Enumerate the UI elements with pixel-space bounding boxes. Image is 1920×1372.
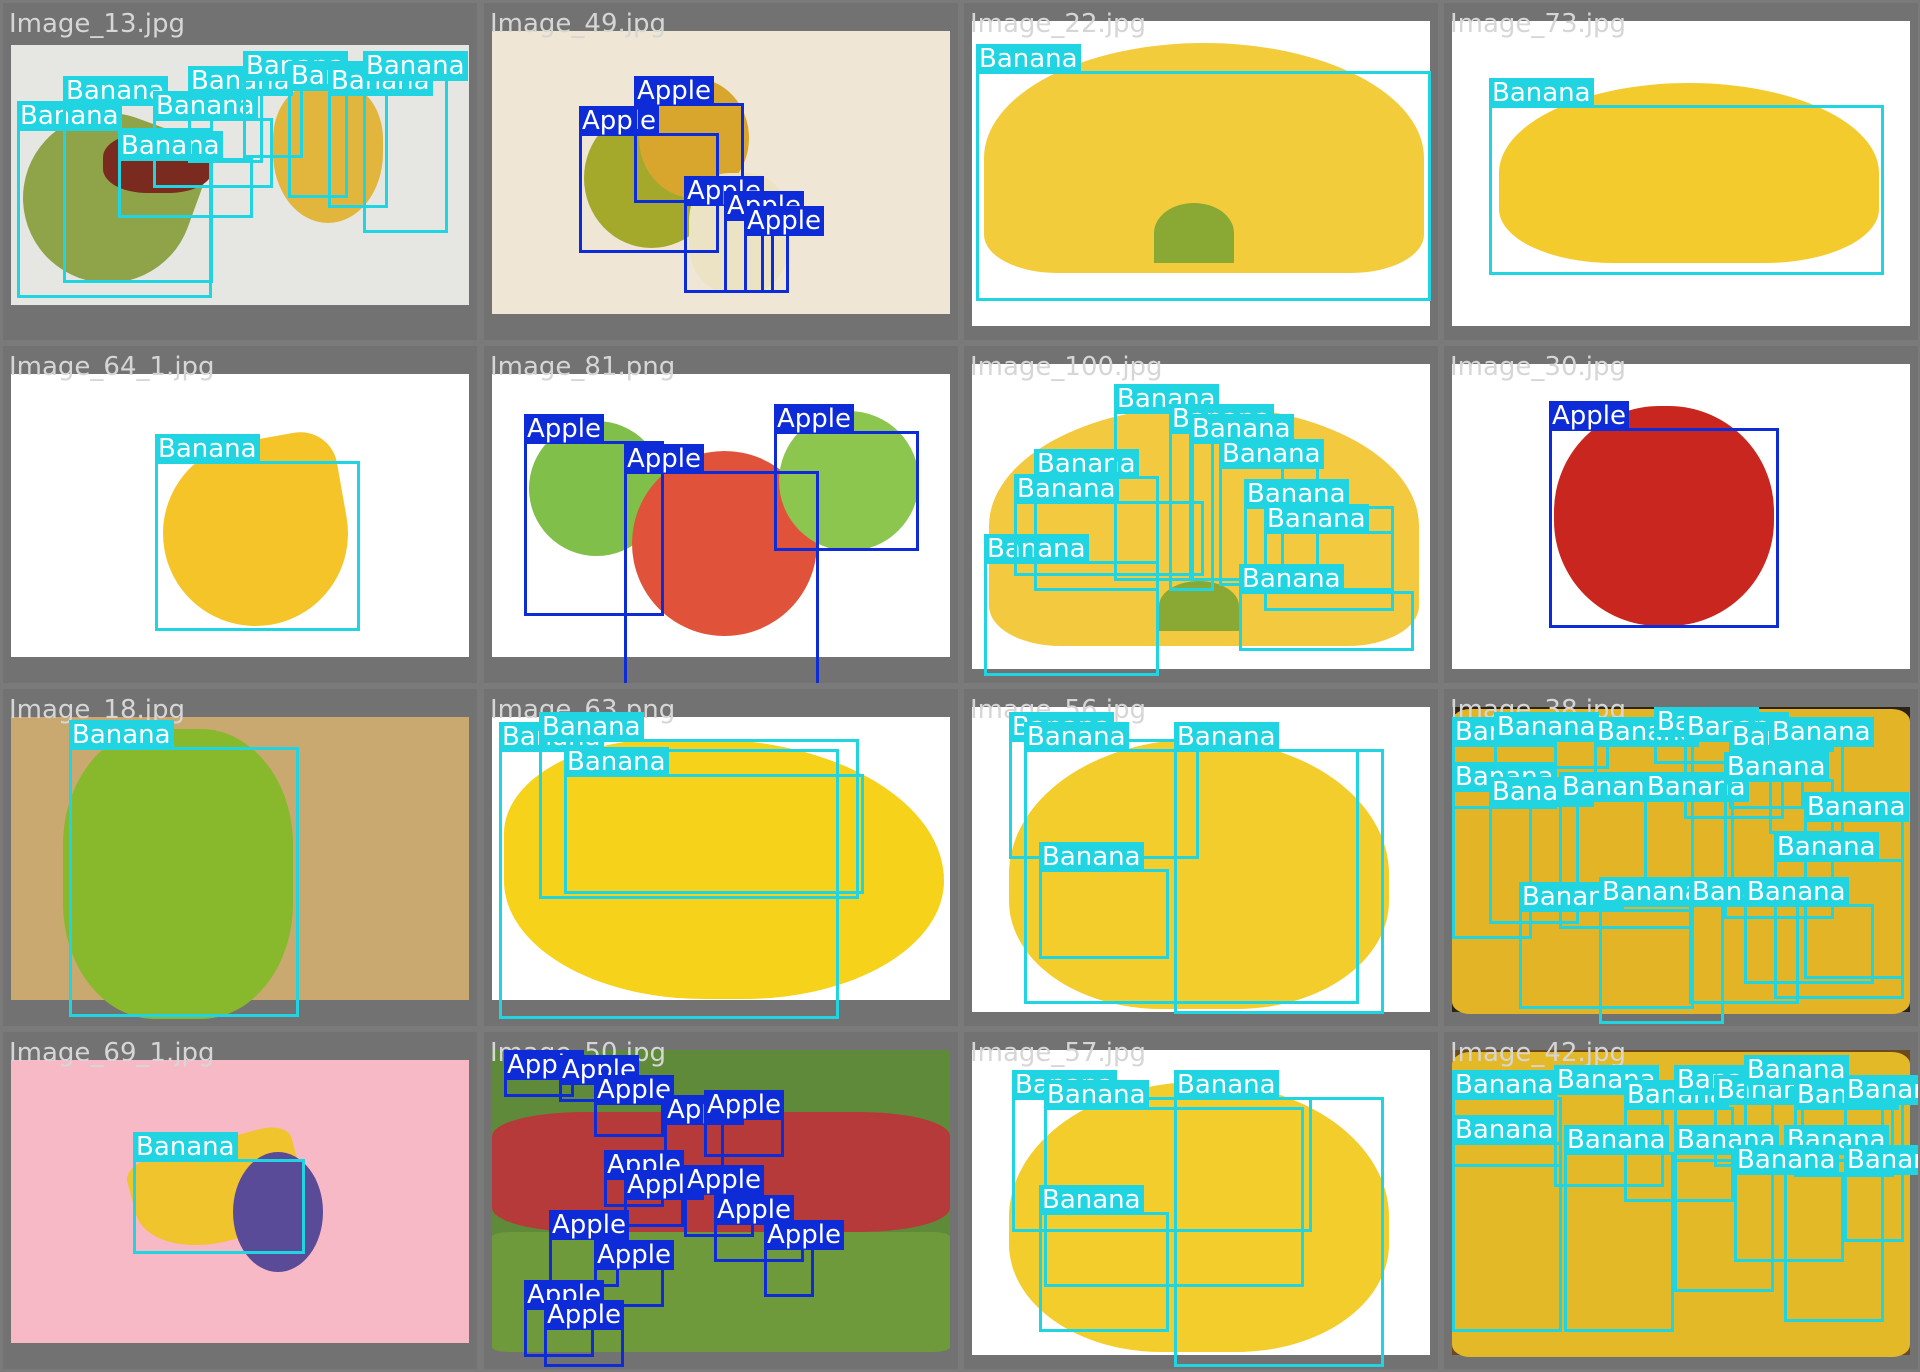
banana-detection-box: Banana <box>1844 1145 1918 1242</box>
tile-filename: Image_69_1.jpg <box>9 1038 215 1068</box>
detection-label: Banana <box>976 44 1081 74</box>
detection-label: Banana <box>564 747 669 777</box>
detection-label: Apple <box>634 76 715 106</box>
grid-tile: Image_30.jpg Apple <box>1444 346 1918 683</box>
tile-filename: Image_73.jpg <box>1450 9 1627 39</box>
grid-tile: Image_81.png Apple Apple Apple <box>484 346 958 683</box>
detection-label: Apple <box>524 414 605 444</box>
banana-detection-box: Banana <box>69 720 299 1017</box>
detection-label: Banana <box>1039 1185 1144 1215</box>
grid-tile: Image_57.jpgBananaBananaBananaBanana <box>964 1032 1438 1369</box>
detection-label: Banana <box>1804 792 1909 822</box>
detection-label: Banana <box>1734 1145 1839 1175</box>
tile-filename: Image_30.jpg <box>1450 352 1627 382</box>
grid-tile: Image_18.jpg Banana <box>3 689 477 1026</box>
banana-detection-box: Banana <box>1452 1115 1562 1332</box>
apple-detection-box: Apple <box>544 1300 625 1367</box>
grid-tile: Image_13.jpg Banana Banana Banana Banana Bana… <box>3 3 477 340</box>
grid-tile: Image_38.jpg Banana Banana Banana Banana Bana… <box>1444 689 1918 1026</box>
detection-label: Banana <box>1264 504 1369 534</box>
banana-detection-box: Banana <box>1174 722 1384 1014</box>
detection-label: Banana <box>539 712 644 742</box>
detection-label: Banana <box>1599 877 1704 907</box>
detection-label: Banana <box>1774 832 1879 862</box>
grid-tile: Image_42.jpg Banana Banana Banana Banana Bana… <box>1444 1032 1918 1369</box>
detection-label: Banana <box>155 434 260 464</box>
banana-detection-box: Banana <box>155 434 360 631</box>
apple-detection-box: Apple <box>744 206 825 293</box>
detection-label: Banana <box>363 51 468 81</box>
detection-label: Banana <box>63 76 168 106</box>
detection-label: Apple <box>744 206 825 236</box>
tile-filename: Image_81.png <box>490 352 676 382</box>
apple-detection-box: Apple <box>704 1090 785 1157</box>
banana-detection-box: Banana <box>1564 1125 1674 1332</box>
banana-detection-box: Banana <box>976 44 1431 301</box>
detection-label: Banana <box>1744 877 1849 907</box>
banana-detection-box: Banana <box>1239 564 1414 651</box>
detection-label: Banana <box>69 720 174 750</box>
detection-label: Banana <box>1769 717 1874 747</box>
detection-label: Banana <box>1174 1070 1279 1100</box>
detection-label: Banana <box>1219 439 1324 469</box>
grid-tile: Image_100.jpg Banana Banana Banana Banana Ban… <box>964 346 1438 683</box>
banana-detection-box: Banana <box>133 1132 305 1254</box>
detection-label: Banana <box>1174 722 1279 752</box>
detection-label: Banana <box>1044 1080 1149 1110</box>
banana-detection-box: Banana <box>1744 877 1874 984</box>
detection-label: Banana <box>1844 1145 1918 1175</box>
banana-detection-box: Banana <box>1039 1185 1169 1332</box>
tile-filename: Image_100.jpg <box>970 352 1163 382</box>
detection-label: Banana <box>1452 1115 1557 1145</box>
detection-label: Apple <box>764 1220 845 1250</box>
tile-filename: Image_42.jpg <box>1450 1038 1627 1068</box>
banana-detection-box: Banana <box>1174 1070 1384 1367</box>
detection-label: Banana <box>1844 1075 1918 1105</box>
banana-detection-box: Banana <box>564 747 864 894</box>
tile-filename: Image_57.jpg <box>970 1038 1147 1068</box>
apple-detection-box: Apple <box>594 1075 675 1137</box>
detection-label: Apple <box>594 1075 675 1105</box>
apple-detection-box: Apple <box>764 1220 845 1297</box>
detection-label: Banana <box>1452 1070 1557 1100</box>
apple-detection-box: Apple <box>1549 401 1779 628</box>
detection-label: Banana <box>1494 712 1599 742</box>
grid-tile: Image_64_1.jpg Banana <box>3 346 477 683</box>
detection-label: Apple <box>549 1210 630 1240</box>
detection-label: Apple <box>1549 401 1630 431</box>
banana-detection-box: Banana <box>363 51 468 233</box>
detection-label: Banana <box>1724 752 1829 782</box>
detection-label: Banana <box>1039 842 1144 872</box>
banana-detection-box: Banana <box>1734 1145 1844 1262</box>
detection-grid: Image_13.jpg Banana Banana Banana Banana Bana… <box>0 0 1920 1372</box>
detection-label: Apple <box>544 1300 625 1330</box>
tile-filename: Image_22.jpg <box>970 9 1147 39</box>
detection-label: Banana <box>1489 78 1594 108</box>
detection-label: Apple <box>704 1090 785 1120</box>
tile-filename: Image_64_1.jpg <box>9 352 215 382</box>
grid-tile: Image_63.pngBananaBananaBanana <box>484 689 958 1026</box>
detection-label: Apple <box>774 404 855 434</box>
grid-tile: Image_22.jpg Banana <box>964 3 1438 340</box>
detection-label: Banana <box>1239 564 1344 594</box>
apple-detection-box: Apple <box>774 404 919 551</box>
detection-label: Banana <box>133 1132 238 1162</box>
detection-label: Apple <box>594 1240 675 1270</box>
tile-filename: Image_49.jpg <box>490 9 667 39</box>
apple-detection-box: Apple <box>624 1170 705 1227</box>
tile-filename: Image_13.jpg <box>9 9 186 39</box>
grid-tile: Image_73.jpg Banana <box>1444 3 1918 340</box>
grid-tile: Image_56.jpgBananaBananaBananaBanana <box>964 689 1438 1026</box>
grid-tile: Image_50.jpgAppleAppleAppleAppleAppleApp… <box>484 1032 958 1369</box>
banana-detection-box: Banana <box>1489 78 1884 275</box>
banana-detection-box: Banana <box>1039 842 1169 959</box>
detection-label: Apple <box>624 444 705 474</box>
banana-detection-box: Banana <box>1644 772 1749 889</box>
grid-tile: Image_49.jpgAppleAppleAppleAppleApple <box>484 3 958 340</box>
detection-label: Banana <box>1024 722 1129 752</box>
detection-label: Banana <box>1564 1125 1669 1155</box>
grid-tile: Image_69_1.jpg Banana <box>3 1032 477 1369</box>
detection-label: Apple <box>684 1165 765 1195</box>
